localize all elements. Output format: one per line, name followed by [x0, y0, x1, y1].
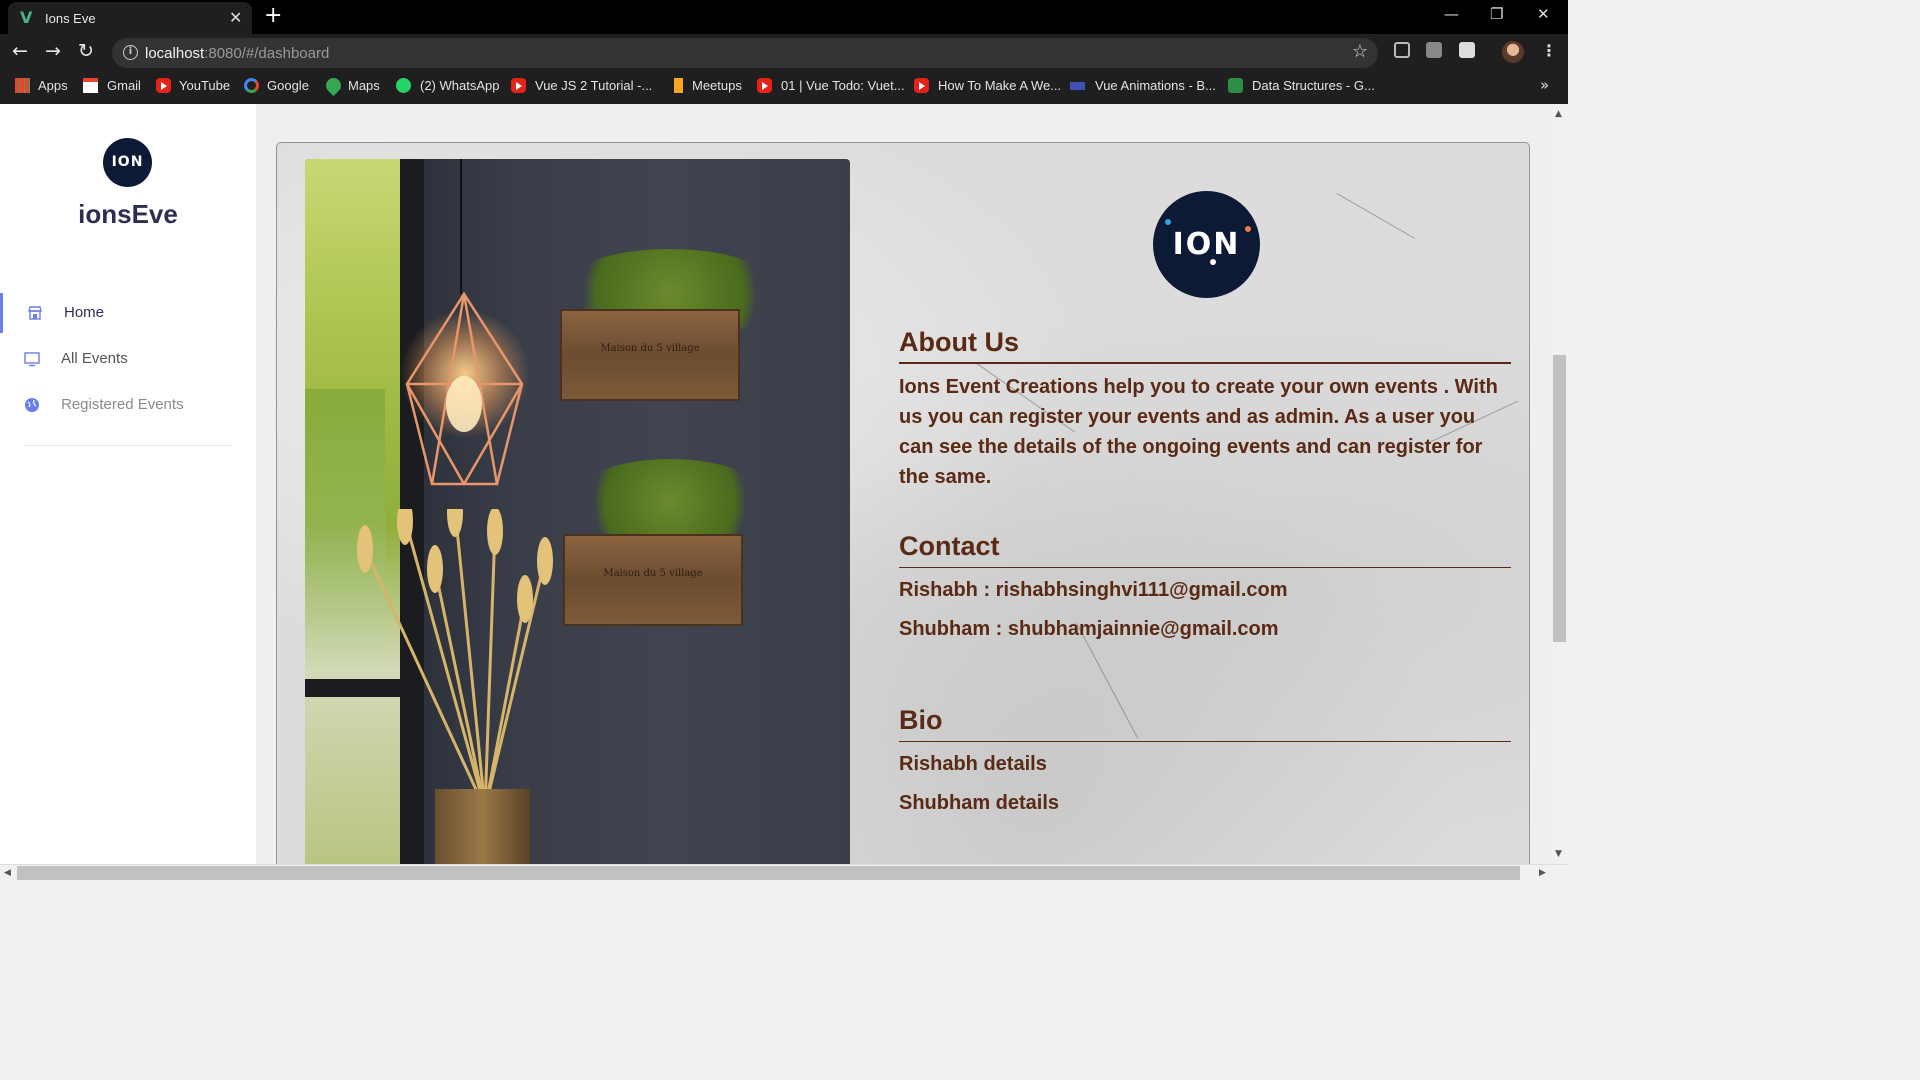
- forward-icon[interactable]: →: [45, 40, 61, 62]
- address-bar[interactable]: i localhost:8080/#/dashboard ☆: [112, 38, 1378, 68]
- globe-icon: [25, 398, 39, 412]
- plant-foliage: [570, 459, 770, 544]
- bio-heading: Bio: [899, 705, 943, 735]
- bookmark-vue-animations[interactable]: Vue Animations - B...: [1095, 78, 1216, 93]
- scroll-right-icon[interactable]: ▶: [1539, 868, 1546, 878]
- ion-logo: ION: [103, 138, 152, 187]
- vase: [435, 789, 530, 864]
- bookmark-whatsapp[interactable]: (2) WhatsApp: [420, 78, 499, 93]
- bookmark-vue-todo[interactable]: 01 | Vue Todo: Vuet...: [781, 78, 905, 93]
- gmail-icon: [83, 78, 98, 93]
- bookmark-how-to[interactable]: How To Make A We...: [938, 78, 1061, 93]
- lamp-cord: [460, 159, 462, 294]
- ion-logo-large: ION: [1153, 191, 1260, 298]
- sidebar-item-label: All Events: [61, 350, 128, 367]
- sidebar-divider: [24, 445, 232, 446]
- browser-menu-icon[interactable]: ⋮: [1541, 41, 1557, 60]
- bookmark-star-icon[interactable]: ☆: [1352, 41, 1368, 62]
- youtube-icon: [757, 78, 772, 93]
- logo-text: ION: [1172, 227, 1241, 262]
- browser-chrome: V Ions Eve ✕ + — ❐ ✕ ← → ↻ i localhost:8…: [0, 0, 1568, 104]
- bookmark-vue-tutorial[interactable]: Vue JS 2 Tutorial -...: [535, 78, 652, 93]
- maps-pin-icon: [322, 74, 345, 97]
- youtube-icon: [511, 78, 526, 93]
- whatsapp-icon: [396, 78, 411, 93]
- bookmark-apps[interactable]: Apps: [38, 78, 68, 93]
- bookmark-youtube[interactable]: YouTube: [179, 78, 230, 93]
- bookmark-icon: [674, 78, 683, 93]
- extension-icon[interactable]: [1394, 42, 1410, 58]
- site-info-icon[interactable]: i: [123, 45, 138, 60]
- vue-favicon-icon: V: [20, 8, 33, 27]
- about-text: Ions Event Creations help you to create …: [899, 376, 1498, 488]
- wooden-crate: Maison du 5 village: [560, 309, 740, 401]
- youtube-icon: [156, 78, 171, 93]
- contact-rule: [899, 567, 1511, 568]
- wheat-bouquet-icon: [357, 509, 553, 809]
- new-tab-icon[interactable]: +: [264, 3, 282, 28]
- bio-line: Rishabh details: [899, 753, 1047, 775]
- scroll-down-icon[interactable]: ▼: [1555, 849, 1562, 859]
- bookmark-meetups[interactable]: Meetups: [692, 78, 742, 93]
- main-content: Maison du 5 village Maison du 5 village: [256, 104, 1552, 864]
- pendant-lamp-icon: [405, 291, 524, 486]
- scroll-up-icon[interactable]: ▲: [1555, 109, 1562, 119]
- hero-photo: Maison du 5 village Maison du 5 village: [305, 159, 850, 864]
- browser-toolbar: ← → ↻ i localhost:8080/#/dashboard ☆ ⋮: [0, 34, 1568, 70]
- restore-icon[interactable]: ❐: [1490, 5, 1503, 23]
- about-heading: About Us: [899, 327, 1019, 357]
- tab-strip: V Ions Eve ✕ + — ❐ ✕: [0, 0, 1568, 34]
- google-icon: [244, 78, 259, 93]
- apps-grid-icon: [15, 78, 30, 93]
- contact-line[interactable]: Shubham : shubhamjainnie@gmail.com: [899, 618, 1279, 641]
- crate-label: Maison du 5 village: [600, 343, 700, 354]
- bookmark-google[interactable]: Google: [267, 78, 309, 93]
- wooden-crate: Maison du 5 village: [563, 534, 743, 626]
- more-bookmarks-icon[interactable]: »: [1540, 76, 1549, 94]
- tab-title: Ions Eve: [45, 11, 96, 26]
- youtube-icon: [914, 78, 929, 93]
- monitor-icon: [24, 352, 40, 367]
- store-icon: [28, 306, 42, 320]
- bio-line: Shubham details: [899, 792, 1060, 814]
- about-card: Maison du 5 village Maison du 5 village: [276, 142, 1530, 864]
- extension-icon[interactable]: [1426, 42, 1442, 58]
- vertical-scroll-thumb[interactable]: [1553, 355, 1566, 642]
- profile-avatar[interactable]: [1502, 41, 1524, 63]
- bookmark-gmail[interactable]: Gmail: [107, 78, 141, 93]
- bookmark-data-structures[interactable]: Data Structures - G...: [1252, 78, 1375, 93]
- brand-title: ionsEve: [78, 199, 178, 229]
- sidebar-item-all-events[interactable]: All Events: [0, 339, 256, 379]
- contact-heading: Contact: [899, 531, 1000, 561]
- bio-rule: [899, 741, 1511, 742]
- horizontal-scroll-thumb[interactable]: [17, 866, 1520, 880]
- sidebar-item-home[interactable]: Home: [0, 293, 256, 333]
- close-tab-icon[interactable]: ✕: [229, 8, 242, 27]
- back-icon[interactable]: ←: [12, 40, 28, 62]
- bookmarks-bar: Apps Gmail YouTube Google Maps (2) Whats…: [0, 70, 1568, 104]
- gfg-icon: [1228, 78, 1243, 93]
- scroll-left-icon[interactable]: ◀: [4, 868, 11, 878]
- sidebar: ION ionsEve Home All Events Registered E…: [0, 104, 256, 864]
- bookmark-maps[interactable]: Maps: [348, 78, 380, 93]
- extension-icon[interactable]: [1459, 42, 1475, 58]
- minimize-icon[interactable]: —: [1444, 5, 1459, 23]
- sidebar-item-label: Home: [64, 304, 105, 321]
- contact-line[interactable]: Rishabh : rishabhsinghvi111@gmail.com: [899, 579, 1288, 602]
- info-panel: ION About Us Ions Event Creations help y…: [899, 143, 1513, 864]
- browser-tab[interactable]: V Ions Eve ✕: [8, 2, 252, 34]
- logo-dot: [1165, 219, 1171, 225]
- close-window-icon[interactable]: ✕: [1537, 5, 1550, 23]
- about-rule: [899, 362, 1511, 364]
- reload-icon[interactable]: ↻: [78, 40, 94, 62]
- url-text[interactable]: localhost:8080/#/dashboard: [145, 45, 329, 62]
- mdb-icon: [1070, 82, 1085, 90]
- sidebar-item-registered-events[interactable]: Registered Events: [0, 385, 256, 425]
- sidebar-item-label: Registered Events: [61, 396, 184, 413]
- crate-label: Maison du 5 village: [603, 568, 703, 579]
